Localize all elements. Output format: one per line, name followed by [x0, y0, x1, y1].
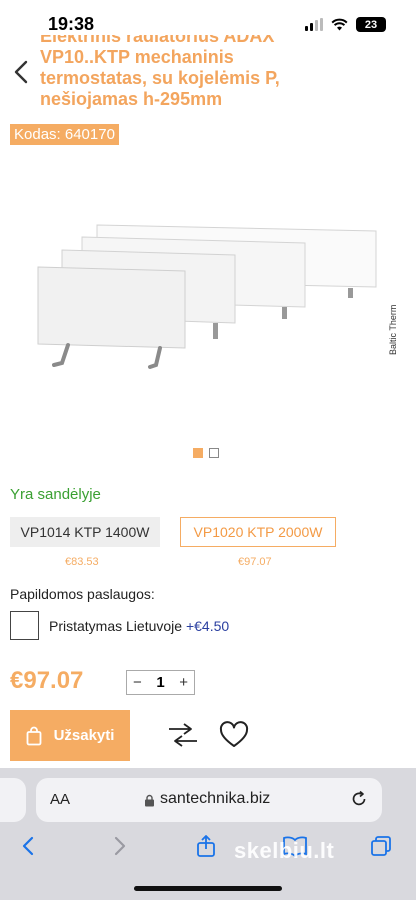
- home-indicator: [134, 886, 282, 891]
- qty-plus-button[interactable]: +: [179, 674, 188, 691]
- bag-icon: [26, 726, 41, 745]
- wifi-icon: [331, 18, 348, 31]
- forward-nav-icon[interactable]: [112, 834, 128, 858]
- variant-price: €83.53: [65, 556, 99, 568]
- title-line: termostatas, su kojelėmis P,: [40, 68, 280, 88]
- gallery-dots: [193, 448, 219, 458]
- heart-icon[interactable]: [218, 720, 250, 750]
- product-title: Elektrinis radiatorius ADAX VP10..KTP me…: [40, 35, 360, 113]
- image-caption: Baltic Therm: [388, 304, 398, 355]
- product-image[interactable]: [30, 215, 390, 395]
- gallery-dot[interactable]: [209, 448, 219, 458]
- service-option: Pristatymas Lietuvoje +€4.50: [49, 618, 229, 634]
- stock-status: Yra sandėlyje: [10, 486, 101, 503]
- battery-icon: 23: [356, 17, 386, 32]
- watermark: skelbiu.lt: [234, 838, 335, 863]
- product-price: €97.07: [10, 667, 84, 694]
- quantity-stepper: − 1 +: [126, 670, 195, 695]
- status-time: 19:38: [48, 14, 95, 34]
- service-price: +€4.50: [185, 618, 230, 634]
- title-line: Elektrinis radiatorius ADAX: [40, 35, 275, 46]
- variant-option-2000w[interactable]: VP1020 KTP 2000W: [180, 517, 336, 547]
- product-code-badge: Kodas: 640170: [10, 124, 119, 145]
- services-title: Papildomos paslaugos:: [10, 586, 155, 602]
- title-line: VP10..KTP mechaninis: [40, 47, 234, 67]
- qty-value[interactable]: 1: [156, 674, 164, 691]
- qty-minus-button[interactable]: −: [133, 674, 142, 691]
- variant-price: €97.07: [238, 556, 272, 568]
- tabs-icon[interactable]: [370, 834, 392, 858]
- signal-icon: [305, 18, 323, 31]
- url-text[interactable]: santechnika.biz: [160, 790, 270, 808]
- reader-aa-button[interactable]: AA: [50, 791, 70, 808]
- share-icon[interactable]: [196, 834, 216, 858]
- title-line: nešiojamas h-295mm: [40, 89, 223, 109]
- compare-icon[interactable]: [166, 720, 200, 750]
- order-button-label: Užsakyti: [53, 727, 115, 744]
- gallery-dot-active[interactable]: [193, 448, 203, 458]
- lock-icon: [145, 794, 154, 807]
- reload-icon[interactable]: [350, 790, 368, 808]
- radiator-1: [37, 266, 186, 369]
- back-nav-icon[interactable]: [20, 834, 36, 858]
- variant-option-1400w[interactable]: VP1014 KTP 1400W: [10, 517, 160, 547]
- page: 19:38 23 Elektrinis radiatorius ADAX VP1…: [0, 0, 416, 900]
- status-icons: 23: [305, 17, 386, 32]
- back-chevron-icon[interactable]: [10, 58, 34, 86]
- previous-tab-stub[interactable]: [0, 778, 26, 822]
- service-label: Pristatymas Lietuvoje: [49, 618, 183, 634]
- order-button[interactable]: Užsakyti: [10, 710, 130, 761]
- delivery-checkbox[interactable]: [10, 611, 39, 640]
